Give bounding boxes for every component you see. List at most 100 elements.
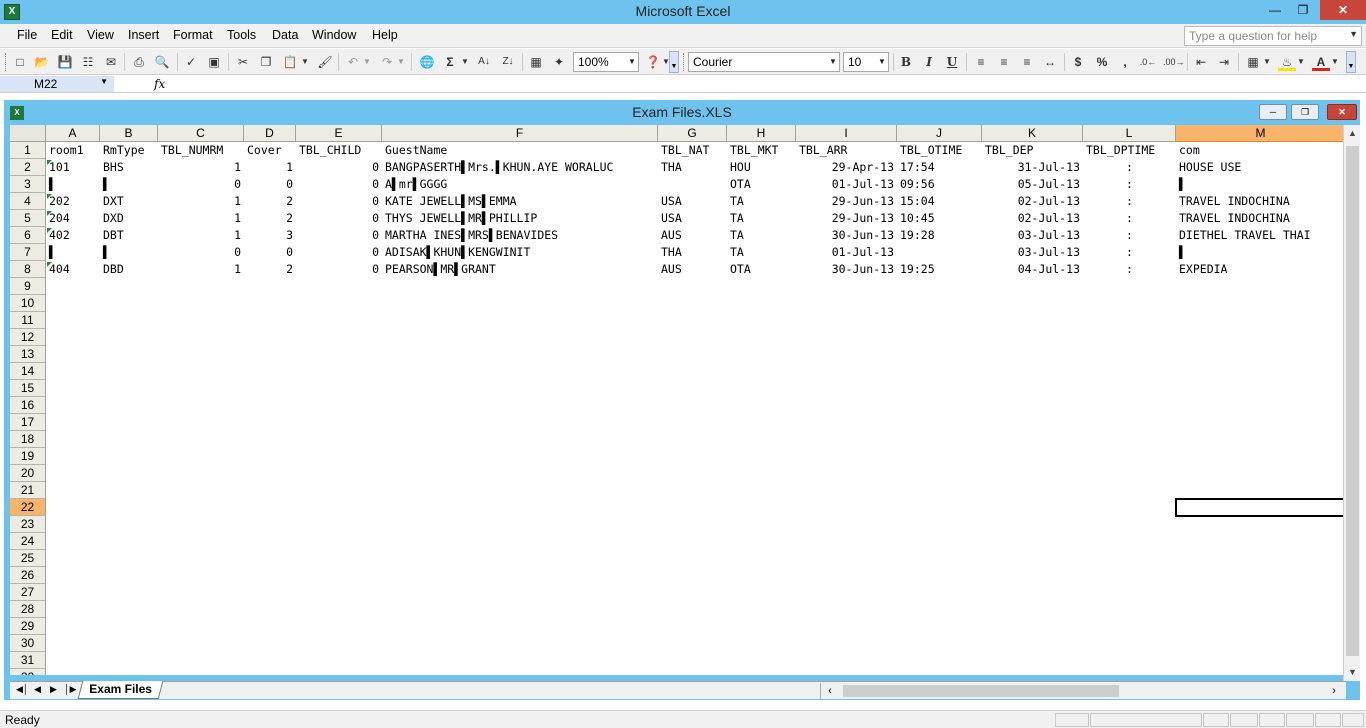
cut-icon[interactable]: ✂ (234, 53, 252, 71)
cell-e4[interactable]: 0 (296, 193, 382, 209)
cell-f7[interactable]: ADISAK▌KHUN▌KENGWINIT (382, 244, 658, 260)
font-select[interactable]: Courier ▼ (688, 52, 840, 72)
chevron-down-icon[interactable]: ▼ (362, 53, 372, 71)
save-icon[interactable]: 💾 (56, 53, 74, 71)
zoom-select[interactable]: 100% ▼ (573, 52, 639, 72)
cell-d7[interactable]: 0 (244, 244, 296, 260)
cell-j5[interactable]: 10:45 (897, 210, 982, 226)
new-icon[interactable]: □ (11, 53, 29, 71)
cell-b7[interactable]: ▌ (100, 244, 158, 260)
cell-k7[interactable]: 03-Jul-13 (982, 244, 1083, 260)
increase-indent-icon[interactable]: ⇥ (1215, 53, 1233, 71)
cell-d1[interactable]: Cover (244, 142, 296, 158)
cell-c4[interactable]: 1 (158, 193, 244, 209)
chart-wizard-icon[interactable]: ▦ (527, 53, 545, 71)
row-header-12[interactable]: 12 (10, 329, 46, 346)
minimize-button[interactable]: — (1262, 0, 1288, 20)
cell-g7[interactable]: THA (658, 244, 727, 260)
row-header-25[interactable]: 25 (10, 550, 46, 567)
scroll-right-icon[interactable]: › (1327, 683, 1341, 699)
cell-e2[interactable]: 0 (296, 159, 382, 175)
cell-l7[interactable]: : (1083, 244, 1176, 260)
row-header-23[interactable]: 23 (10, 516, 46, 533)
row-header-5[interactable]: 5 (10, 210, 46, 227)
horizontal-scrollbar[interactable]: ‹ › (820, 683, 1344, 699)
cell-h5[interactable]: TA (727, 210, 796, 226)
cell-j2[interactable]: 17:54 (897, 159, 982, 175)
cell-e1[interactable]: TBL_CHILD (296, 142, 382, 158)
workbook-minimize-button[interactable]: ─ (1259, 104, 1287, 120)
row-header-29[interactable]: 29 (10, 618, 46, 635)
column-header-b[interactable]: B (100, 125, 158, 142)
row-header-11[interactable]: 11 (10, 312, 46, 329)
cell-k4[interactable]: 02-Jul-13 (982, 193, 1083, 209)
row-header-31[interactable]: 31 (10, 652, 46, 669)
cell-l3[interactable]: : (1083, 176, 1176, 192)
row-header-7[interactable]: 7 (10, 244, 46, 261)
cell-g8[interactable]: AUS (658, 261, 727, 277)
menu-format[interactable]: Format (173, 28, 213, 42)
cell-d8[interactable]: 2 (244, 261, 296, 277)
cell-c1[interactable]: TBL_NUMRM (158, 142, 244, 158)
merge-center-icon[interactable]: ↔ (1041, 53, 1059, 71)
next-sheet-icon[interactable]: ▶ (50, 684, 57, 695)
font-color-icon[interactable]: A (1312, 53, 1330, 71)
cell-f8[interactable]: PEARSON▌MR▌GRANT (382, 261, 658, 277)
italic-button[interactable]: I (920, 53, 938, 71)
align-center-icon[interactable]: ≡ (995, 53, 1013, 71)
error-indicator-icon[interactable] (47, 262, 52, 267)
cell-a2[interactable]: 101 (46, 159, 100, 175)
cell-h3[interactable]: OTA (727, 176, 796, 192)
cell-f1[interactable]: GuestName (382, 142, 658, 158)
bold-button[interactable]: B (897, 53, 915, 71)
chevron-down-icon[interactable]: ▼ (100, 77, 108, 86)
cell-i8[interactable]: 30-Jun-13 (796, 261, 897, 277)
row-header-9[interactable]: 9 (10, 278, 46, 295)
error-indicator-icon[interactable] (47, 211, 52, 216)
cell-j1[interactable]: TBL_OTIME (897, 142, 982, 158)
row-header-19[interactable]: 19 (10, 448, 46, 465)
drawing-icon[interactable]: ✦ (550, 53, 568, 71)
toolbar-options-icon[interactable]: ▼ (669, 51, 679, 73)
chevron-down-icon[interactable]: ▼ (460, 53, 470, 71)
row-header-24[interactable]: 24 (10, 533, 46, 550)
cell-d3[interactable]: 0 (244, 176, 296, 192)
row-header-1[interactable]: 1 (10, 142, 46, 159)
autosum-icon[interactable]: Σ (441, 53, 459, 71)
cell-k2[interactable]: 31-Jul-13 (982, 159, 1083, 175)
cell-b4[interactable]: DXT (100, 193, 158, 209)
font-size-select[interactable]: 10 ▼ (843, 52, 889, 72)
row-header-28[interactable]: 28 (10, 601, 46, 618)
row-header-4[interactable]: 4 (10, 193, 46, 210)
cell-e6[interactable]: 0 (296, 227, 382, 243)
cell-j6[interactable]: 19:28 (897, 227, 982, 243)
column-header-j[interactable]: J (897, 125, 982, 142)
column-header-c[interactable]: C (158, 125, 244, 142)
row-header-14[interactable]: 14 (10, 363, 46, 380)
chevron-down-icon[interactable]: ▼ (1330, 53, 1340, 71)
help-search-input[interactable]: Type a question for help ▼ (1184, 26, 1362, 46)
underline-button[interactable]: U (943, 53, 961, 71)
vertical-scrollbar[interactable]: ▲ ▼ (1343, 125, 1360, 681)
row-header-32[interactable]: 32 (10, 669, 46, 675)
toolbar-grip[interactable] (5, 53, 8, 71)
column-header-d[interactable]: D (244, 125, 296, 142)
cell-g1[interactable]: TBL_NAT (658, 142, 727, 158)
cell-c8[interactable]: 1 (158, 261, 244, 277)
currency-button[interactable]: $ (1069, 53, 1087, 71)
cell-i7[interactable]: 01-Jul-13 (796, 244, 897, 260)
vertical-scroll-thumb[interactable] (1346, 146, 1359, 656)
cell-k3[interactable]: 05-Jul-13 (982, 176, 1083, 192)
menu-help[interactable]: Help (372, 28, 398, 42)
cell-b6[interactable]: DBT (100, 227, 158, 243)
prev-sheet-icon[interactable]: ◀ (34, 684, 41, 695)
cell-h8[interactable]: OTA (727, 261, 796, 277)
percent-button[interactable]: % (1093, 53, 1111, 71)
column-header-i[interactable]: I (796, 125, 897, 142)
row-header-8[interactable]: 8 (10, 261, 46, 278)
chevron-down-icon[interactable]: ▼ (1296, 53, 1306, 71)
paste-icon[interactable]: 📋 (281, 53, 299, 71)
cell-f3[interactable]: A▌mr▌GGGG (382, 176, 658, 192)
cell-d4[interactable]: 2 (244, 193, 296, 209)
research-icon[interactable]: ▣ (205, 53, 223, 71)
